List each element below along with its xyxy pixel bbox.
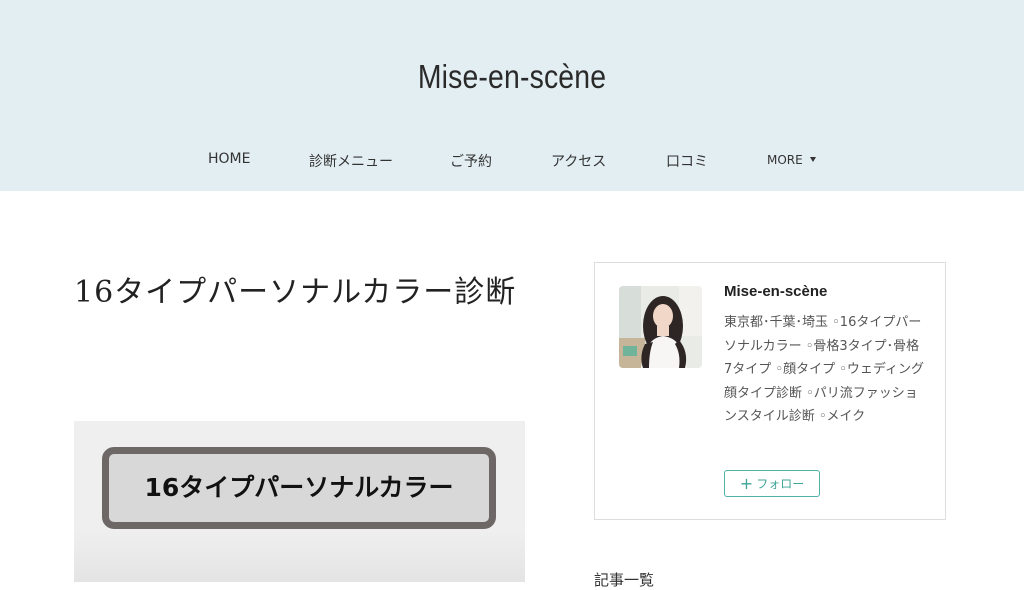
- nav-item-access[interactable]: アクセス: [551, 151, 606, 171]
- profile-bio: 東京都･千葉･埼玉 ◦16タイプパーソナルカラー ◦骨格3タイプ･骨格7タイプ …: [724, 315, 924, 424]
- sidebar-heading-articles: 記事一覧: [594, 571, 655, 589]
- follow-button[interactable]: + フォロー: [724, 470, 820, 497]
- eyecatch-label: 16タイプパーソナルカラー: [102, 447, 496, 529]
- nav-item-more-label: MORE: [767, 153, 803, 167]
- eyecatch-image: 16タイプパーソナルカラー: [74, 421, 525, 582]
- plus-icon: +: [739, 474, 754, 493]
- avatar: [619, 286, 702, 368]
- site-title[interactable]: Mise-en-scène: [72, 58, 953, 96]
- eyecatch-background: [74, 531, 525, 582]
- caret-down-icon: [809, 157, 816, 162]
- nav-item-diagnosis-menu[interactable]: 診断メニュー: [309, 151, 393, 171]
- global-nav: HOME 診断メニュー ご予約 アクセス 口コミ MORE: [0, 148, 1024, 176]
- avatar-photo-icon: [619, 286, 702, 368]
- site-header: Mise-en-scène HOME 診断メニュー ご予約 アクセス 口コミ M…: [0, 0, 1024, 191]
- follow-button-label: フォロー: [756, 477, 805, 491]
- nav-item-more[interactable]: MORE: [767, 153, 816, 167]
- nav-item-home[interactable]: HOME: [208, 151, 250, 167]
- nav-item-reviews[interactable]: 口コミ: [666, 151, 708, 171]
- profile-name[interactable]: Mise-en-scène: [724, 283, 827, 300]
- nav-item-reservation[interactable]: ご予約: [450, 151, 492, 171]
- article-title: 16タイプパーソナルカラー診断: [74, 275, 517, 310]
- profile-card: Mise-en-scène 東京都･千葉･埼玉 ◦16タイプパーソナルカラー ◦…: [594, 262, 946, 520]
